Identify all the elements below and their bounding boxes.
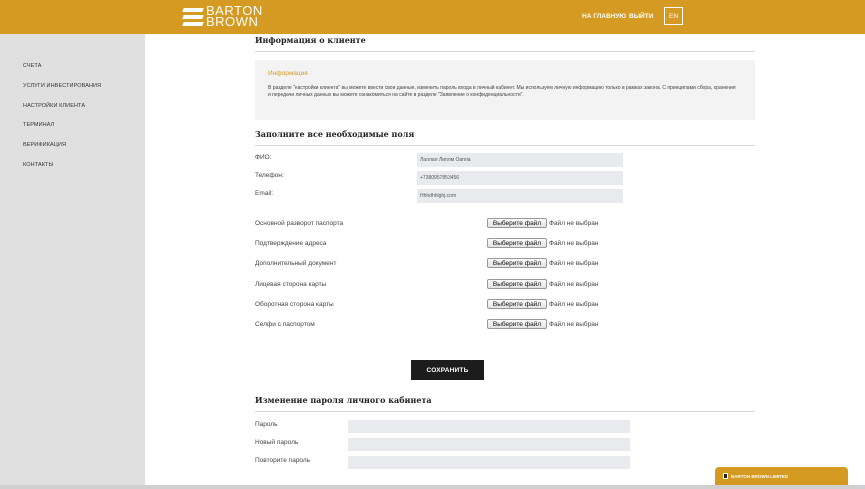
password-field[interactable] [348, 420, 630, 433]
save-button[interactable]: СОХРАНИТЬ [411, 360, 484, 380]
divider [255, 51, 755, 52]
new-password-field[interactable] [348, 438, 630, 451]
client-info-title: Информация о клиенте [255, 35, 366, 45]
doc-label-passport-main: Основной разворот паспорта [255, 220, 344, 227]
sidebar-item-contacts[interactable]: КОНТАКТЫ [23, 162, 53, 168]
doc-label-selfie: Селфи с паспортом [255, 321, 315, 328]
file-status: Файл не выбран [549, 321, 599, 328]
sidebar-item-accounts[interactable]: СЧЕТА [23, 63, 41, 69]
logo-text: BARTON BROWN [206, 4, 263, 29]
language-button[interactable]: EN [664, 7, 683, 25]
info-heading: Информация [268, 70, 308, 77]
doc-label-address-proof: Подтверждение адреса [255, 240, 327, 247]
chat-widget-tab[interactable]: BARTON BROWN LIMITED [715, 467, 848, 485]
nav-logout-link[interactable]: ВЫЙТИ [629, 13, 653, 20]
file-status: Файл не выбран [549, 220, 599, 227]
repeat-password-field[interactable] [348, 456, 630, 469]
sidebar-item-terminal[interactable]: ТЕРМИНАЛ [23, 122, 54, 128]
top-bar: BARTON BROWN НА ГЛАВНУЮ ВЫЙТИ EN [0, 0, 865, 34]
required-fields-title: Заполните все необходимые поля [255, 129, 415, 139]
choose-file-button[interactable]: Выберите файл [487, 319, 547, 329]
doc-label-additional: Дополнительный документ [255, 260, 337, 267]
chat-icon [723, 473, 728, 479]
sidebar: СЧЕТА УСЛУГИ ИНВЕСТИРОВАНИЯ НАСТРОЙКИ КЛ… [0, 34, 145, 489]
choose-file-button[interactable]: Выберите файл [487, 299, 547, 309]
logo-line-2: BROWN [206, 14, 259, 29]
choose-file-button[interactable]: Выберите файл [487, 218, 547, 228]
doc-label-card-back: Оборотная сторона карты [255, 301, 334, 308]
choose-file-button[interactable]: Выберите файл [487, 238, 547, 248]
choose-file-button[interactable]: Выберите файл [487, 279, 547, 289]
file-status: Файл не выбран [549, 281, 599, 288]
password-label: Пароль [255, 421, 278, 428]
choose-file-button[interactable]: Выберите файл [487, 258, 547, 268]
phone-label: Телефон: [255, 172, 284, 179]
email-label: Email: [255, 190, 274, 197]
fio-label: ФИО: [255, 154, 272, 161]
email-field[interactable] [417, 189, 623, 203]
phone-field[interactable] [417, 171, 623, 185]
sidebar-item-client-settings[interactable]: НАСТРОЙКИ КЛИЕНТА [23, 103, 85, 109]
info-text: В разделе "настройки клиента" вы можете … [268, 85, 736, 98]
file-status: Файл не выбран [549, 301, 599, 308]
file-status: Файл не выбран [549, 240, 599, 247]
divider [255, 411, 755, 412]
divider [255, 145, 755, 146]
info-box: Информация В разделе "настройки клиента"… [255, 60, 755, 120]
logo[interactable]: BARTON BROWN [182, 4, 263, 29]
logo-mark-icon [182, 7, 204, 27]
new-password-label: Новый пароль [255, 439, 299, 446]
nav-home-link[interactable]: НА ГЛАВНУЮ [582, 13, 626, 20]
password-change-title: Изменение пароля личного кабинета [255, 395, 432, 405]
file-status: Файл не выбран [549, 260, 599, 267]
doc-label-card-front: Лицевая сторона карты [255, 281, 327, 288]
fio-field[interactable] [417, 153, 623, 167]
bottom-scrollbar[interactable] [0, 485, 865, 489]
sidebar-item-verification[interactable]: ВЕРИФИКАЦИЯ [23, 142, 66, 148]
sidebar-item-investment-services[interactable]: УСЛУГИ ИНВЕСТИРОВАНИЯ [23, 83, 101, 89]
chat-widget-label: BARTON BROWN LIMITED [731, 473, 789, 479]
repeat-password-label: Повторите пароль [255, 457, 311, 464]
